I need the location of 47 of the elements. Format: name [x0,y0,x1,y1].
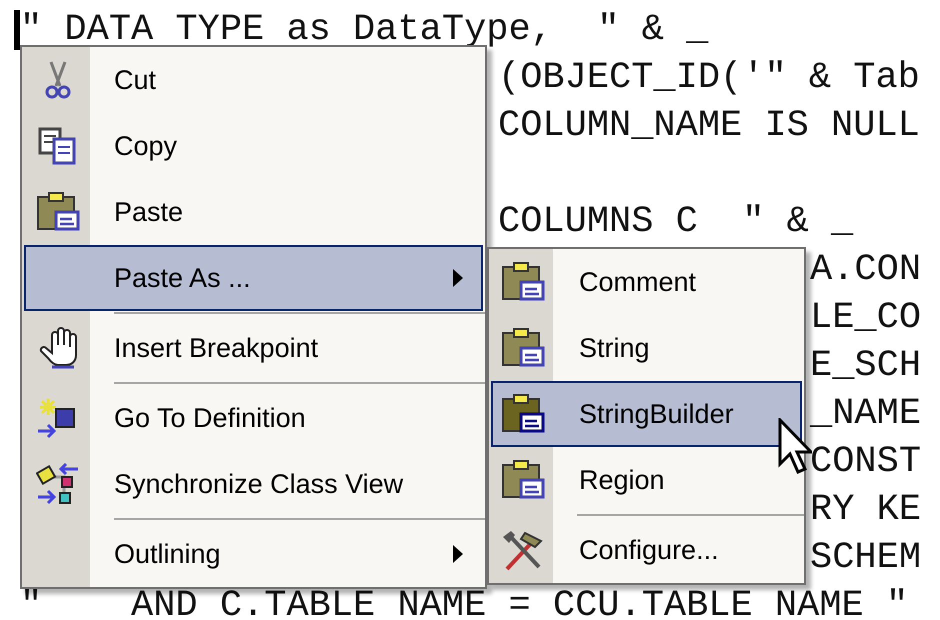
menu-item-label: Copy [114,130,178,162]
menu-item-label: StringBuilder [579,398,735,430]
menu-item-label: Comment [579,266,698,298]
submenu-arrow-icon [453,545,463,563]
menu-item-label: Paste [114,196,184,228]
code-text: RY KE [810,488,922,533]
tools-icon [501,529,545,571]
menu-item[interactable]: Comment [491,249,802,315]
menu-item[interactable]: Copy [24,113,483,179]
code-text: COLUMNS C " & _ [498,200,854,245]
code-text: (OBJECT_ID('" & Tab [498,56,920,101]
menu-item-label: Configure... [579,534,720,566]
clipboard-icon [501,460,545,500]
menu-item[interactable]: String [491,315,802,381]
menu-item[interactable]: Region [491,447,802,513]
clipboard-icon [501,262,545,302]
menu-item[interactable]: Paste As ... [24,245,483,311]
menu-item[interactable]: StringBuilder [491,381,802,447]
code-text: A.CON [810,248,922,293]
sync-icon [36,463,80,505]
menu-item[interactable]: Synchronize Class View [24,451,483,517]
menu-item-label: Go To Definition [114,402,307,434]
code-text: E_SCH [810,344,922,389]
menu-item-label: Synchronize Class View [114,468,404,500]
scissors-icon [43,60,73,100]
menu-item[interactable]: Configure... [491,517,802,583]
code-text: _NAME [810,392,922,437]
menu-item[interactable]: Insert Breakpoint [24,315,483,381]
menu-item-label: String [579,332,651,364]
code-text: COLUMN_NAME IS NULL [498,104,920,149]
menu-item-label: Insert Breakpoint [114,332,320,364]
submenu-arrow-icon [453,269,463,287]
menu-item[interactable]: Paste [24,179,483,245]
clipboard-icon [501,328,545,368]
code-text: SCHEM [810,536,922,581]
menu-item-label: Paste As ... [114,262,252,294]
copy-icon [38,127,78,165]
menu-item-label: Region [579,464,666,496]
hand-icon [38,327,78,369]
clipboard-icon [501,394,545,434]
clipboard-icon [36,192,80,232]
menu-item-label: Outlining [114,538,222,570]
menu-item-label: Cut [114,64,158,96]
menu-item[interactable]: Outlining [24,521,483,587]
code-text: CONST [810,440,922,485]
code-text: LE_CO [810,296,922,341]
menu-item[interactable]: Go To Definition [24,385,483,451]
